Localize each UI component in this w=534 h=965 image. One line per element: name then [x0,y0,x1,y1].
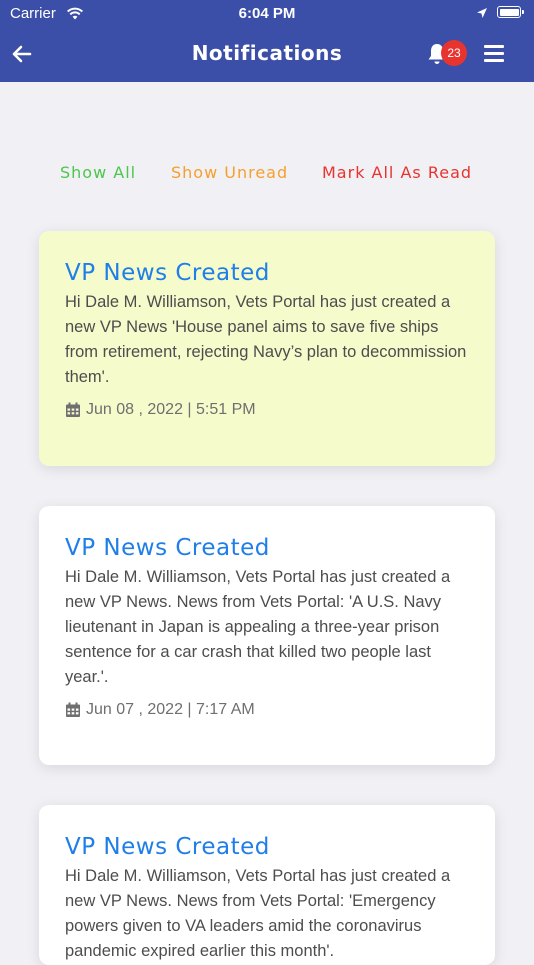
notification-date-text: Jun 07 , 2022 | 7:17 AM [86,701,255,718]
notification-body: Hi Dale M. Williamson, Vets Portal has j… [65,568,451,686]
location-arrow-icon [477,8,487,18]
notification-date: Jun 08 , 2022 | 5:51 PM [65,401,469,419]
notification-body: Hi Dale M. Williamson, Vets Portal has j… [65,293,467,386]
notification-date: Jun 07 , 2022 | 7:17 AM [65,701,469,719]
mark-all-read-button[interactable]: Mark All As Read [322,163,472,182]
notification-card[interactable]: VP News Created Hi Dale M. Williamson, V… [39,805,495,965]
show-all-filter[interactable]: Show All [60,163,136,182]
calendar-icon [66,702,80,717]
calendar-icon [66,402,80,417]
notification-card[interactable]: VP News Created Hi Dale M. Williamson, V… [39,231,495,466]
notification-count-badge: 23 [441,40,467,66]
status-bar: Carrier 6:04 PM [0,0,534,28]
notification-card[interactable]: VP News Created Hi Dale M. Williamson, V… [39,506,495,765]
battery-icon [497,6,524,18]
hamburger-menu-icon[interactable] [484,44,506,64]
clock: 6:04 PM [238,5,296,22]
notification-filters: Show All Show Unread Mark All As Read [0,160,534,186]
show-unread-filter[interactable]: Show Unread [171,163,288,182]
notification-title: VP News Created [65,834,270,860]
top-nav-bar: Notifications 23 [0,28,534,82]
notification-date-text: Jun 08 , 2022 | 5:51 PM [86,401,256,418]
notification-body: Hi Dale M. Williamson, Vets Portal has j… [65,867,451,960]
notification-title: VP News Created [65,260,270,286]
notification-title: VP News Created [65,535,270,561]
